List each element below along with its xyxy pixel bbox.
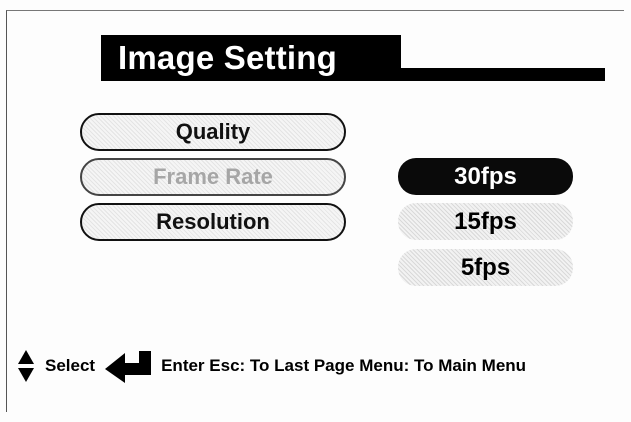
menu-hint: Menu: To Main Menu (359, 356, 527, 375)
enter-arrow-icon (105, 351, 152, 383)
footer-hint-bar: Select Enter Esc: To Last Page Menu: To … (17, 348, 617, 384)
option-15fps[interactable]: 15fps (398, 203, 573, 240)
option-5fps[interactable]: 5fps (398, 249, 573, 286)
menu-item-resolution[interactable]: Resolution (80, 203, 346, 241)
up-down-arrow-icon (18, 350, 34, 382)
enter-hint: Enter (161, 356, 205, 375)
title-underline (398, 68, 605, 81)
select-hint: Select (45, 356, 96, 375)
menu-item-quality[interactable]: Quality (80, 113, 346, 151)
page-title: Image Setting (101, 35, 401, 81)
menu-item-frame-rate[interactable]: Frame Rate (80, 158, 346, 196)
esc-hint: Esc: To Last Page (209, 356, 355, 375)
option-30fps[interactable]: 30fps (398, 158, 573, 195)
